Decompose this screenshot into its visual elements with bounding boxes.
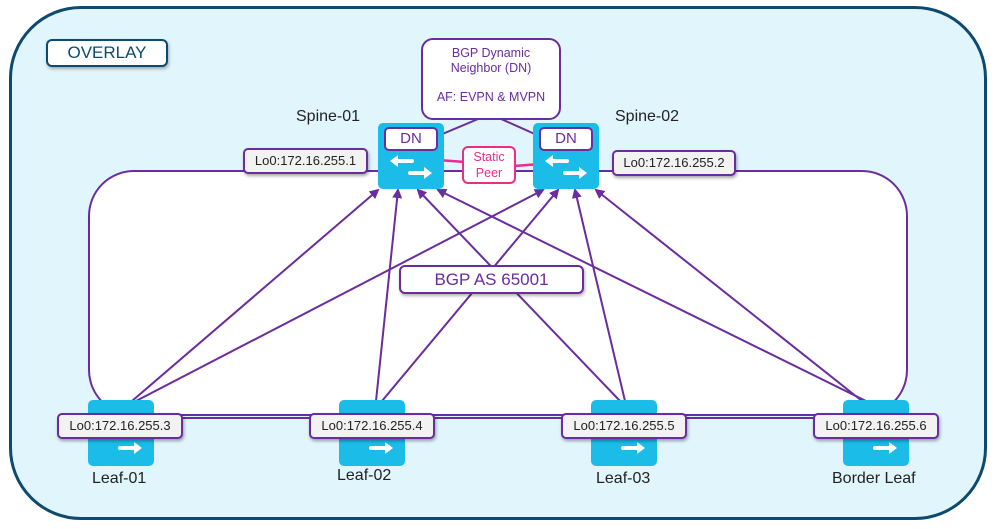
link-leaf-03-spine-01 [416,188,621,402]
link-border-leaf-spine-02 [594,188,863,402]
spine-01-loopback: Lo0:172.16.255.1 [243,148,368,174]
link-leaf-01-spine-02 [135,189,545,402]
bgp-as-label: BGP AS 65001 [399,265,584,294]
leaf-01-loopback: Lo0:172.16.255.3 [57,413,183,439]
spine-02-name: Spine-02 [615,108,680,125]
link-border-leaf-spine-01 [436,189,867,402]
leaf-01-name: Leaf-01 [92,470,147,487]
static-peer-line1: Static [473,150,505,164]
link-leaf-03-spine-02 [571,188,626,402]
leaf-02-loopback: Lo0:172.16.255.4 [309,413,435,439]
spine-02-dn-badge: DN [539,127,593,151]
link-leaf-02-spine-02 [381,188,560,402]
leaf-02-name: Leaf-02 [337,467,392,484]
spine-02-switch[interactable]: DN [533,123,599,189]
border-leaf-name: Border Leaf [832,470,916,487]
bgp-dynamic-neighbor-note: BGP Dynamic Neighbor (DN) AF: EVPN & MVP… [421,38,561,120]
leaf-03-name: Leaf-03 [596,470,651,487]
dn-note-line2: Neighbor (DN) [450,61,532,75]
spine-01-name: Spine-01 [296,108,361,125]
spine-02-loopback: Lo0:172.16.255.2 [612,150,736,176]
spine-01-dn-badge: DN [384,127,438,151]
static-peer-label: Static Peer [462,146,516,184]
dn-note-line1: BGP Dynamic [451,46,531,60]
static-peer-line2: Peer [475,166,503,180]
link-leaf-02-spine-01 [375,188,403,402]
leaf-03-loopback: Lo0:172.16.255.5 [561,413,687,439]
spine-01-switch[interactable]: DN [378,123,444,189]
dn-note-af: AF: EVPN & MVPN [436,90,546,104]
border-leaf-loopback: Lo0:172.16.255.6 [813,413,939,439]
